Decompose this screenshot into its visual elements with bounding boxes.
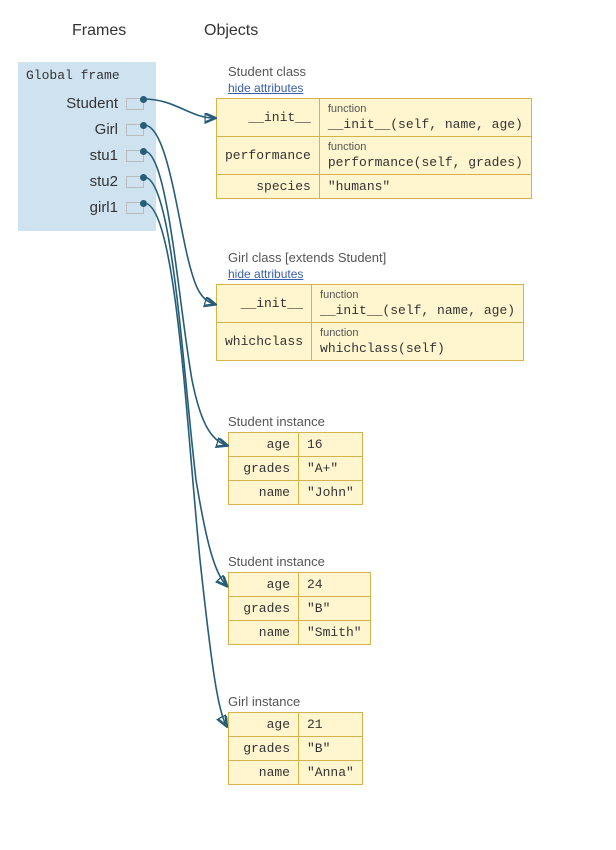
function-sig: __init__(self, name, age) bbox=[328, 117, 523, 132]
function-label: function bbox=[320, 327, 515, 339]
table-row: age21 bbox=[229, 713, 363, 737]
global-frame-title: Global frame bbox=[26, 68, 148, 83]
frame-var-label: stu1 bbox=[90, 147, 118, 164]
table-row: grades"B" bbox=[229, 737, 363, 761]
frames-header: Frames bbox=[72, 22, 126, 40]
frame-var-label: stu2 bbox=[90, 173, 118, 190]
attr-val: "B" bbox=[299, 737, 363, 761]
attr-val: function __init__(self, name, age) bbox=[319, 99, 531, 137]
attr-val: 21 bbox=[299, 713, 363, 737]
table-row: __init__ function __init__(self, name, ag… bbox=[217, 285, 524, 323]
function-label: function bbox=[320, 289, 515, 301]
attr-val: function performance(self, grades) bbox=[319, 137, 531, 175]
attr-val: "Anna" bbox=[299, 761, 363, 785]
student-instance-title: Student instance bbox=[228, 414, 325, 429]
attr-key: grades bbox=[229, 737, 299, 761]
frame-var-stu2: stu2 bbox=[26, 169, 148, 195]
pointer-dot bbox=[140, 96, 147, 103]
attr-key: species bbox=[217, 175, 320, 199]
pointer-dot bbox=[140, 174, 147, 181]
pointer-dot bbox=[140, 200, 147, 207]
student-class-title: Student class bbox=[228, 64, 306, 79]
attr-key: whichclass bbox=[217, 323, 312, 361]
attr-key: name bbox=[229, 621, 299, 645]
attr-val: 24 bbox=[299, 573, 371, 597]
attr-key: age bbox=[229, 713, 299, 737]
table-row: age16 bbox=[229, 433, 363, 457]
table-row: species "humans" bbox=[217, 175, 532, 199]
arrow bbox=[144, 203, 226, 725]
attr-key: name bbox=[229, 761, 299, 785]
table-row: name"Anna" bbox=[229, 761, 363, 785]
objects-header: Objects bbox=[204, 22, 258, 40]
table-row: grades"A+" bbox=[229, 457, 363, 481]
attr-val: "John" bbox=[299, 481, 363, 505]
girl-class-title: Girl class [extends Student] bbox=[228, 250, 386, 265]
attr-key: name bbox=[229, 481, 299, 505]
attr-val: function whichclass(self) bbox=[312, 323, 524, 361]
attr-val: "A+" bbox=[299, 457, 363, 481]
table-row: grades"B" bbox=[229, 597, 371, 621]
attr-key: grades bbox=[229, 597, 299, 621]
girl-instance-table: age21 grades"B" name"Anna" bbox=[228, 712, 363, 785]
function-sig: performance(self, grades) bbox=[328, 155, 523, 170]
function-label: function bbox=[328, 103, 523, 115]
girl-instance-title: Girl instance bbox=[228, 694, 300, 709]
table-row: __init__ function __init__(self, name, ag… bbox=[217, 99, 532, 137]
attr-key: age bbox=[229, 433, 299, 457]
frame-var-student: Student bbox=[26, 91, 148, 117]
frame-var-girl: Girl bbox=[26, 117, 148, 143]
student-class-table: __init__ function __init__(self, name, ag… bbox=[216, 98, 532, 199]
student-instance-table: age24 grades"B" name"Smith" bbox=[228, 572, 371, 645]
attr-key: __init__ bbox=[217, 99, 320, 137]
table-row: whichclass function whichclass(self) bbox=[217, 323, 524, 361]
hide-attributes-link[interactable]: hide attributes bbox=[228, 267, 303, 281]
pointer-dot bbox=[140, 148, 147, 155]
attr-val: function __init__(self, name, age) bbox=[312, 285, 524, 323]
frame-var-label: Girl bbox=[95, 121, 118, 138]
arrow bbox=[144, 151, 226, 445]
attr-key: age bbox=[229, 573, 299, 597]
table-row: name"Smith" bbox=[229, 621, 371, 645]
function-sig: __init__(self, name, age) bbox=[320, 303, 515, 318]
attr-val: "Smith" bbox=[299, 621, 371, 645]
frame-var-label: Student bbox=[66, 95, 118, 112]
attr-val: "B" bbox=[299, 597, 371, 621]
frame-var-girl1: girl1 bbox=[26, 195, 148, 221]
global-frame: Global frame Student Girl stu1 stu2 girl… bbox=[18, 62, 156, 231]
table-row: name"John" bbox=[229, 481, 363, 505]
attr-key: performance bbox=[217, 137, 320, 175]
table-row: age24 bbox=[229, 573, 371, 597]
attr-key: grades bbox=[229, 457, 299, 481]
student-instance-title: Student instance bbox=[228, 554, 325, 569]
attr-key: __init__ bbox=[217, 285, 312, 323]
attr-val: 16 bbox=[299, 433, 363, 457]
function-sig: whichclass(self) bbox=[320, 341, 445, 356]
table-row: performance function performance(self, gr… bbox=[217, 137, 532, 175]
girl-class-table: __init__ function __init__(self, name, ag… bbox=[216, 284, 524, 361]
frame-var-stu1: stu1 bbox=[26, 143, 148, 169]
student-instance-table: age16 grades"A+" name"John" bbox=[228, 432, 363, 505]
pointer-dot bbox=[140, 122, 147, 129]
frame-var-label: girl1 bbox=[90, 199, 118, 216]
attr-val: "humans" bbox=[319, 175, 531, 199]
hide-attributes-link[interactable]: hide attributes bbox=[228, 81, 303, 95]
function-label: function bbox=[328, 141, 523, 153]
arrow bbox=[144, 177, 226, 585]
